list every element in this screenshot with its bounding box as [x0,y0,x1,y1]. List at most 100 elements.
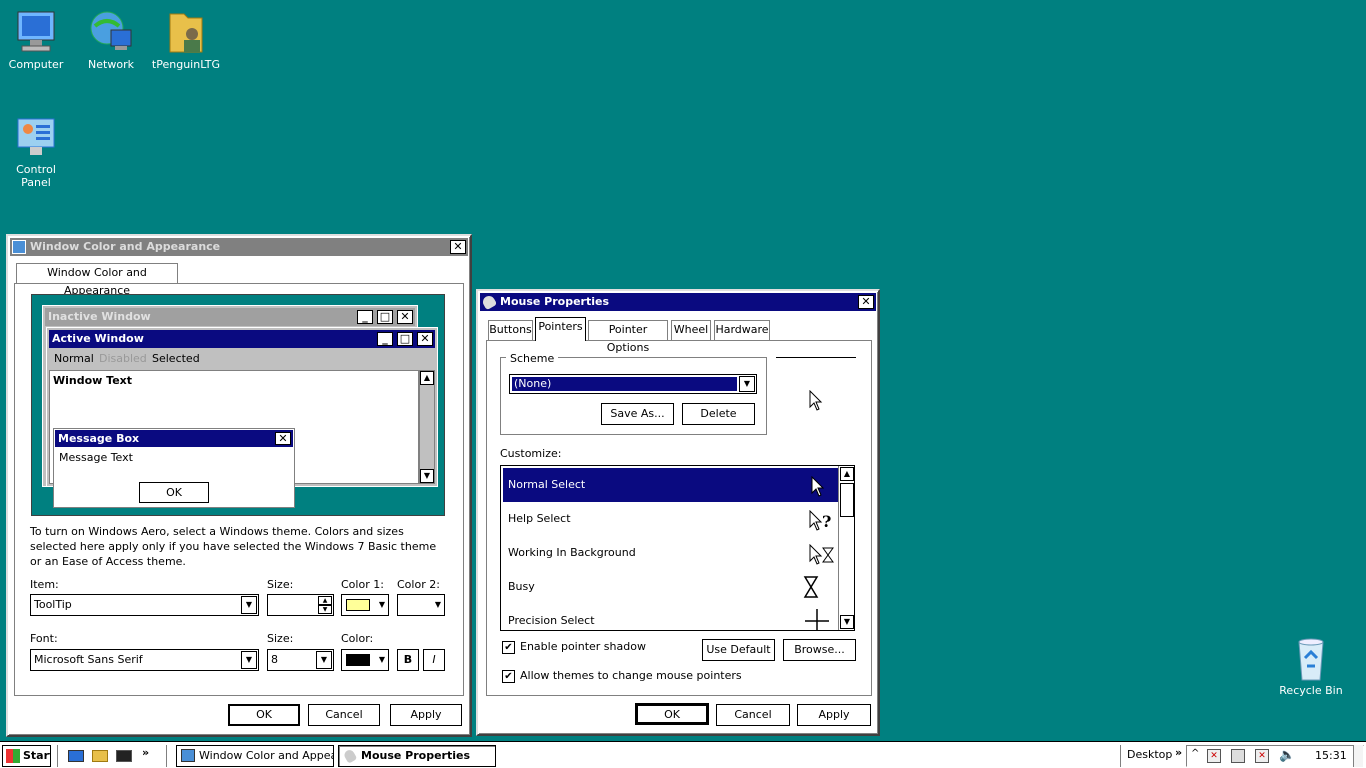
desktop-icon-network[interactable]: Network [75,8,147,71]
shadow-checkbox[interactable]: ✔ [502,641,515,654]
quicklaunch-chevron[interactable]: » [142,746,149,759]
mouse-titlebar[interactable]: Mouse Properties ✕ [480,293,876,311]
hourglass-icon [803,576,819,598]
delete-button[interactable]: Delete [682,403,755,425]
tab-hardware[interactable]: Hardware [714,320,770,340]
windows-logo-icon [6,749,20,763]
themes-checkbox[interactable]: ✔ [502,670,515,683]
appearance-titlebar[interactable]: Window Color and Appearance ✕ [10,238,468,256]
font-dropdown[interactable]: Microsoft Sans Serif ▼ [30,649,259,671]
close-button[interactable]: ✕ [450,240,466,254]
list-item[interactable]: Busy [503,570,838,604]
cmd-icon[interactable] [116,750,132,762]
save-as-button[interactable]: Save As... [601,403,674,425]
themes-label: Allow themes to change mouse pointers [520,669,742,682]
item-dropdown[interactable]: ToolTip ▼ [30,594,259,616]
list-item[interactable]: Help Select ? [503,502,838,536]
clock[interactable]: 15:31 [1315,749,1347,762]
chevron-down-icon: ▼ [241,596,257,614]
font-label: Font: [30,632,58,645]
cancel-button[interactable]: Cancel [308,704,380,726]
apply-button[interactable]: Apply [390,704,462,726]
preview-msgbox-title: Message Box [55,430,293,447]
preview-window-text: Window Text [53,374,133,387]
desktop-icon-label: Control Panel [16,163,56,189]
browse-button[interactable]: Browse... [783,639,856,661]
desktop-toolbar-chevron[interactable]: » [1175,746,1182,759]
volume-icon[interactable]: 🔈 [1279,748,1295,763]
font-size-label: Size: [267,632,294,645]
action-center-icon[interactable]: ✕ [1207,749,1221,763]
ok-button[interactable]: OK [228,704,300,726]
font-size-value: 8 [271,653,278,666]
pointer-name: Help Select [508,512,571,525]
close-icon: ✕ [417,332,433,346]
task-appearance[interactable]: Window Color and Appea... [176,745,334,767]
scheme-value: (None) [512,377,737,391]
scheme-dropdown[interactable]: (None) ▼ [509,374,757,394]
tab-buttons[interactable]: Buttons [488,320,533,340]
task-mouse-properties[interactable]: Mouse Properties [338,745,496,767]
display-icon [181,749,195,762]
desktop-icon-computer[interactable]: Computer [0,8,72,71]
minimize-icon: _ [357,310,373,324]
desktop-icon-control-panel[interactable]: Control Panel [0,113,72,189]
tab-pointer-options[interactable]: Pointer Options [588,320,668,354]
scroll-up-icon[interactable]: ▲ [840,467,854,481]
list-item[interactable]: Precision Select [503,604,838,630]
working-pointer-icon [809,544,834,565]
pointer-name: Busy [508,580,535,593]
color2-picker[interactable]: ▼ [397,594,445,616]
color1-picker[interactable]: ▼ [341,594,389,616]
apply-button[interactable]: Apply [797,704,871,726]
desktop-icon-recycle-bin[interactable]: Recycle Bin [1275,634,1347,697]
network-status-icon[interactable]: ✕ [1255,749,1269,763]
size-stepper[interactable]: ▲ ▼ [267,594,334,616]
desktop-icon-user-folder[interactable]: tPenguinLTG [150,8,222,71]
pointer-list[interactable]: Normal Select Help Select ? Working In B… [500,465,855,631]
help-pointer-icon: ? [809,510,831,531]
font-color-picker[interactable]: ▼ [341,649,389,671]
preview-ok-button: OK [139,482,209,503]
spin-up-icon[interactable]: ▲ [318,596,332,605]
desktop-icon-label: Recycle Bin [1279,684,1343,697]
preview-scrollbar: ▲ ▼ [419,370,435,484]
list-scrollbar[interactable]: ▲ ▼ [838,466,854,630]
list-item[interactable]: Working In Background [503,536,838,570]
tab-wheel[interactable]: Wheel [671,320,711,340]
pointer-name: Precision Select [508,614,595,627]
usb-device-icon[interactable] [1231,749,1245,763]
show-hidden-icons-icon[interactable]: ^ [1191,748,1199,759]
start-button[interactable]: Start [2,745,51,767]
window-title: Window Color and Appearance [30,240,221,253]
chevron-down-icon: ▼ [739,376,755,392]
close-button[interactable]: ✕ [858,295,874,309]
spin-down-icon[interactable]: ▼ [318,605,332,614]
scroll-down-icon: ▼ [420,469,434,483]
bold-button[interactable]: B [397,649,419,671]
appearance-window: Window Color and Appearance ✕ Window Col… [6,234,472,737]
chevron-down-icon: ▼ [378,600,385,609]
scroll-thumb[interactable] [840,483,854,517]
tab-pointers[interactable]: Pointers [535,317,586,341]
cancel-button[interactable]: Cancel [716,704,790,726]
list-item[interactable]: Normal Select [503,468,838,502]
scroll-up-icon: ▲ [420,371,434,385]
scroll-down-icon[interactable]: ▼ [840,615,854,629]
show-desktop-button[interactable] [1353,745,1363,767]
explorer-icon[interactable] [92,750,108,762]
show-desktop-icon[interactable] [68,750,84,762]
display-icon [12,240,26,254]
preview-menu-disabled: Disabled [99,352,147,365]
use-default-button[interactable]: Use Default [702,639,775,661]
arrow-pointer-icon [809,390,823,411]
ok-button[interactable]: OK [635,703,709,725]
user-folder-icon [162,8,210,56]
maximize-icon: □ [397,332,413,346]
desktop-toolbar-label[interactable]: Desktop [1127,748,1172,761]
tab-window-color[interactable]: Window Color and Appearance [16,263,178,297]
font-size-dropdown[interactable]: 8 ▼ [267,649,334,671]
close-icon: ✕ [397,310,413,324]
task-label: Mouse Properties [361,749,471,762]
italic-button[interactable]: I [423,649,445,671]
